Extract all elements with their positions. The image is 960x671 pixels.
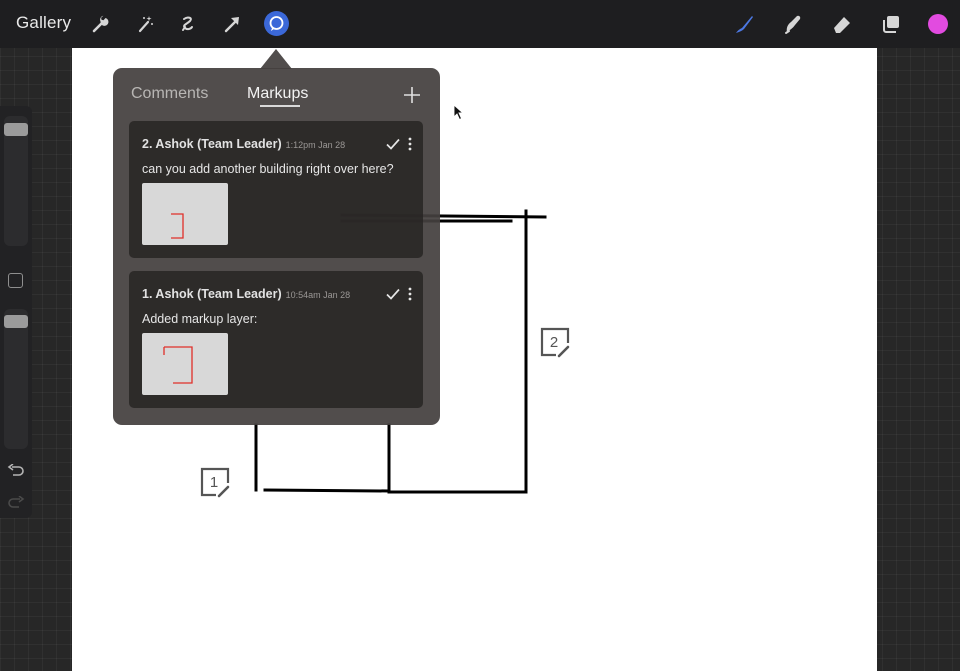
markup-pin-1[interactable]: 1 [200, 467, 234, 501]
color-picker-swatch[interactable] [928, 14, 948, 34]
markups-popover: Comments Markups 2. Ashok (Team Leader) 1… [113, 68, 440, 425]
tab-markups[interactable]: Markups [247, 85, 308, 103]
card-message: can you add another building right over … [142, 162, 394, 176]
layers-icon[interactable] [879, 12, 903, 36]
brush-icon[interactable] [732, 12, 756, 36]
check-icon[interactable] [385, 286, 401, 302]
pin-number: 1 [209, 474, 219, 491]
card-title: 2. Ashok (Team Leader) 1:12pm Jan 28 [142, 137, 346, 151]
modify-button[interactable] [8, 273, 23, 288]
card-timestamp: 10:54am Jan 28 [285, 290, 351, 300]
markup-thumbnail[interactable] [142, 333, 228, 395]
markup-card-2[interactable]: 2. Ashok (Team Leader) 1:12pm Jan 28 can … [129, 121, 423, 258]
selection-icon[interactable] [176, 12, 200, 36]
wrench-icon[interactable] [88, 12, 112, 36]
smudge-icon[interactable] [781, 12, 805, 36]
plus-icon[interactable] [403, 86, 421, 104]
eraser-icon[interactable] [830, 12, 854, 36]
redo-icon[interactable] [7, 496, 25, 510]
magic-wand-icon[interactable] [133, 12, 157, 36]
comment-bubble-icon[interactable] [264, 11, 289, 36]
pin-number: 2 [549, 334, 559, 351]
transform-arrow-icon[interactable] [220, 12, 244, 36]
card-message: Added markup layer: [142, 312, 258, 326]
more-options-icon[interactable] [402, 286, 418, 302]
opacity-thumb[interactable] [4, 315, 28, 328]
undo-icon[interactable] [7, 464, 25, 478]
card-timestamp: 1:12pm Jan 28 [285, 140, 346, 150]
popover-arrow [260, 49, 292, 69]
brush-size-thumb[interactable] [4, 123, 28, 136]
opacity-slider[interactable] [4, 309, 28, 449]
card-title: 1. Ashok (Team Leader) 10:54am Jan 28 [142, 287, 351, 301]
active-tab-indicator [260, 105, 300, 107]
more-options-icon[interactable] [402, 136, 418, 152]
markup-thumbnail[interactable] [142, 183, 228, 245]
check-icon[interactable] [385, 136, 401, 152]
top-toolbar: Gallery [0, 0, 960, 48]
mouse-cursor-icon [453, 104, 465, 121]
markup-pin-2[interactable]: 2 [540, 327, 574, 361]
left-sidebar [0, 106, 32, 518]
tab-comments[interactable]: Comments [131, 85, 208, 103]
gallery-button[interactable]: Gallery [16, 13, 71, 33]
markup-card-1[interactable]: 1. Ashok (Team Leader) 10:54am Jan 28 Add… [129, 271, 423, 408]
